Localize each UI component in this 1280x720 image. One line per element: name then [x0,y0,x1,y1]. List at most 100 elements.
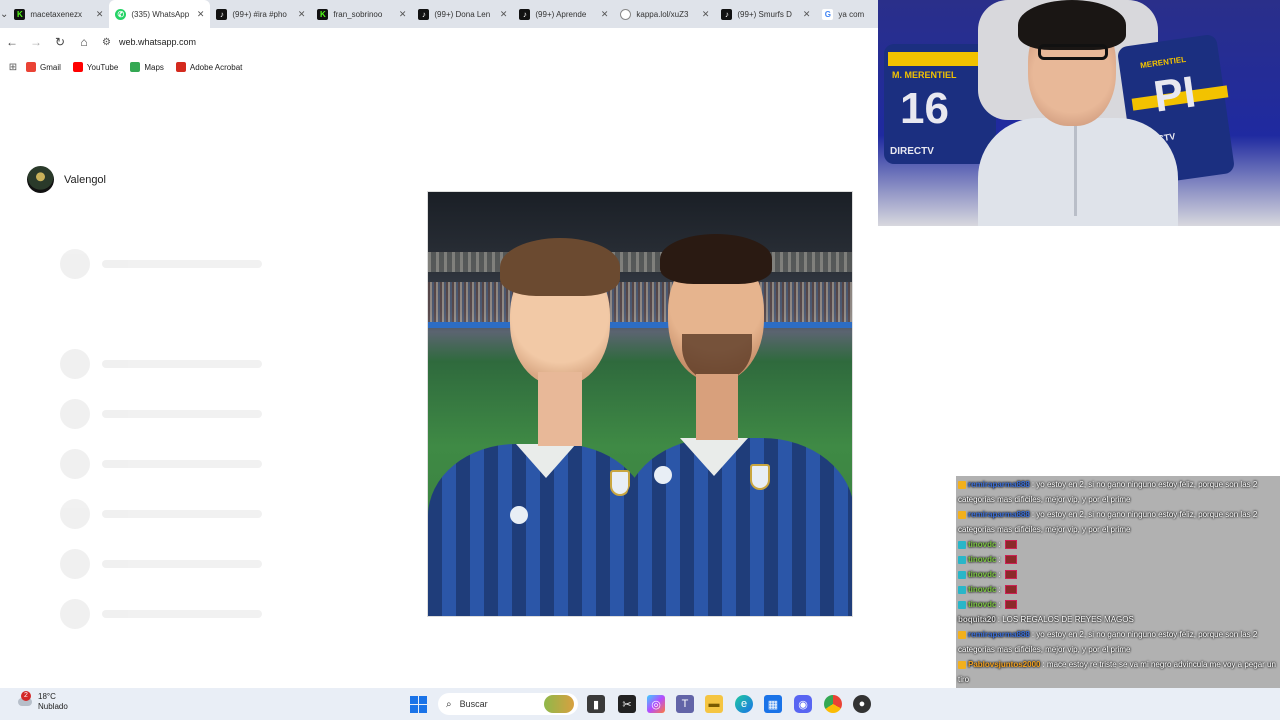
browser-tab[interactable]: ✆ (335) WhatsApp ✕ [109,0,211,28]
discord-icon[interactable]: ◉ [794,695,812,713]
tiktok-icon: ♪ [519,8,531,20]
stream-chat-overlay: remiraparma888: yo estoy en 2, si no gan… [956,476,1280,720]
blurred-chat-row [60,548,380,580]
avatar [27,166,54,193]
gmail-icon [26,62,36,72]
tab-title: (335) WhatsApp [131,9,190,19]
chat-text: : [998,540,1001,549]
close-tab-icon[interactable]: ✕ [500,9,508,20]
google-icon: G [822,8,834,20]
jersey-number-left: 16 [900,84,949,133]
adobe-acrobat-icon [175,62,186,72]
chat-text: : LOS REGALOS DE REYES MAGOS [997,615,1134,624]
jersey-logo-icon [510,506,528,524]
close-tab-icon[interactable]: ✕ [601,9,609,20]
chat-emote-icon [1004,600,1017,610]
windows-taskbar: 2 18°C Nublado ⌕ Buscar ▮ ✂ ◎ T ▬ e ▦ ◉ … [0,688,1280,720]
apps-grid-icon[interactable]: ⊞ [0,62,26,73]
subscriber-badge-icon [958,510,966,519]
search-icon: ⌕ [446,698,452,710]
jersey-sponsor-left: DIRECTV [890,146,934,157]
chat-message: remiraparma888: yo estoy en 2, si no gan… [958,507,1278,537]
chat-message: Pablovsjuntos2000: mace estoy re triste … [958,657,1278,687]
blurred-chat-row [60,348,380,380]
glasses [1038,44,1108,60]
maps-icon [130,62,141,72]
jersey-number-right: PI [1150,67,1199,122]
blurred-chat-row [60,448,380,480]
subscriber-badge-icon [958,600,966,609]
browser-tab[interactable]: Kfran_sobrinoo ✕ [311,0,412,28]
task-view-icon[interactable]: ▮ [587,695,605,713]
close-tab-icon[interactable]: ✕ [803,9,811,20]
chat-emote-icon [1004,540,1017,550]
weather-condition: Nublado [38,702,68,711]
url-field[interactable]: ⚙ web.whatsapp.com [102,31,196,53]
close-tab-icon[interactable]: ✕ [96,9,104,20]
tab-title: (99+) Aprende [535,9,587,19]
browser-tab[interactable]: ♪ (99+) #ira #pho ✕ [210,0,311,28]
bookmark-maps[interactable]: Maps [130,62,164,72]
tab-title: kappa.lol/xuZ3 [636,9,689,19]
tiktok-icon: ♪ [216,8,228,20]
bookmark-youtube[interactable]: YouTube [72,62,118,72]
edge-icon[interactable]: e [735,695,753,713]
blurred-chat-row [60,248,380,280]
chrome-icon[interactable] [824,695,842,713]
close-tab-icon[interactable]: ✕ [298,9,306,20]
reload-icon[interactable]: ↻ [48,28,72,56]
tiktok-icon: ♪ [418,8,430,20]
obs-icon[interactable]: ● [853,695,871,713]
url-text: web.whatsapp.com [118,37,197,47]
streamer-shirt [978,118,1178,226]
chat-username: tinovdc [968,600,997,609]
chat-username: Pablovsjuntos2000 [968,660,1041,669]
browser-tab[interactable]: ♪ (99+) Smurfs D ✕ [715,0,816,28]
bookmark-adobe-acrobat[interactable]: Adobe Acrobat [175,62,242,72]
chat-username: remiraparma888 [968,630,1030,639]
tiktok-icon: ♪ [721,8,733,20]
subscriber-badge-icon [958,660,966,669]
bookmark-label: Gmail [40,62,61,72]
chat-username: remiraparma888 [968,480,1030,489]
browser-tab[interactable]: kappa.lol/xuZ3 ✕ [614,0,715,28]
home-icon[interactable]: ⌂ [72,28,96,56]
blurred-chat-row [60,398,380,430]
weather-widget[interactable]: 2 18°C Nublado [18,691,68,712]
tab-search-icon[interactable]: ⌄ [0,0,8,28]
browser-tab[interactable]: Kmacetaxenezx ✕ [8,0,109,28]
youtube-icon [72,62,83,72]
bookmark-label: Maps [144,62,164,72]
subscriber-badge-icon [958,555,966,564]
bookmark-gmail[interactable]: Gmail [26,62,61,72]
site-info-icon[interactable]: ⚙ [102,37,111,48]
taskbar-search[interactable]: ⌕ Buscar [438,693,578,715]
sender-name: Valengol [64,173,106,186]
browser-tab[interactable]: ♪ (99+) Dona Len ✕ [412,0,513,28]
chat-emote-icon [1004,555,1017,565]
back-icon[interactable]: ← [0,28,24,56]
globe-icon [620,8,632,20]
windows-start-icon[interactable] [410,696,427,713]
file-explorer-icon[interactable]: ▬ [705,695,723,713]
capcut-icon[interactable]: ✂ [618,695,636,713]
chat-message: remiraparma888: yo estoy en 2, si no gan… [958,477,1278,507]
chat-text: : [998,570,1001,579]
blurred-chat-row [60,498,380,530]
teams-icon[interactable]: T [676,695,694,713]
copilot-icon[interactable]: ◎ [647,695,665,713]
store-icon[interactable]: ▦ [764,695,782,713]
chat-text: : [998,585,1001,594]
chat-message: boquita20: LOS REGALOS DE REYES MAGOS [958,612,1278,627]
kick-icon: K [317,8,329,20]
close-tab-icon[interactable]: ✕ [399,9,407,20]
tab-title: (99+) Smurfs D [737,9,792,19]
forward-icon[interactable]: → [24,28,48,56]
blurred-chat-row [60,598,380,630]
browser-tab[interactable]: ♪ (99+) Aprende ✕ [513,0,614,28]
viewer-sender: Valengol [27,166,106,193]
close-tab-icon[interactable]: ✕ [702,9,710,20]
selfie-photo[interactable] [427,191,853,617]
tab-title: fran_sobrinoo [333,9,383,19]
close-tab-icon[interactable]: ✕ [197,9,205,20]
